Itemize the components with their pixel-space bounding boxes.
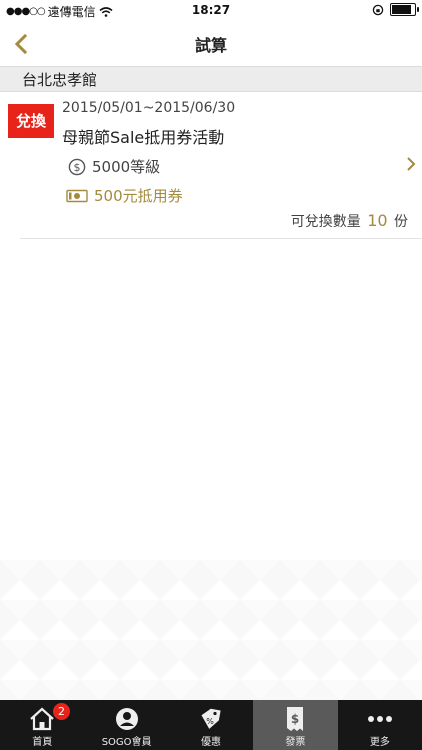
quantity-prefix: 可兌換數量 xyxy=(290,214,361,230)
promo-level-row: $ 5000等級 xyxy=(68,156,160,177)
home-icon xyxy=(30,707,54,731)
chevron-right-icon xyxy=(407,157,416,171)
notification-badge: 2 xyxy=(53,703,70,720)
svg-text:$: $ xyxy=(74,161,81,174)
member-icon xyxy=(115,708,138,730)
status-bar: ●●●○○ 遠傳電信 18:27 xyxy=(0,0,422,22)
tab-label: SOGO會員 xyxy=(101,737,152,748)
svg-text:$: $ xyxy=(291,712,299,726)
status-time: 18:27 xyxy=(191,3,231,17)
page-title: 試算 xyxy=(194,36,227,55)
tab-more[interactable]: 更多 xyxy=(338,700,422,750)
tab-label: 更多 xyxy=(369,737,390,748)
quantity-suffix: 份 xyxy=(394,214,408,230)
tab-label: 優惠 xyxy=(201,737,222,748)
quantity-value: 10 xyxy=(367,211,388,230)
promo-title: 母親節Sale抵用券活動 xyxy=(62,128,225,147)
navigation-bar: 試算 xyxy=(0,22,422,66)
tab-invoice[interactable]: $ 發票 xyxy=(253,700,338,750)
tab-label: 首頁 xyxy=(32,737,53,748)
redeemable-quantity: 可兌換數量 10 份 xyxy=(291,211,408,231)
promo-voucher-row: 500元抵用券 xyxy=(66,185,183,206)
tab-offers[interactable]: % 優惠 xyxy=(169,700,253,750)
invoice-icon: $ xyxy=(287,707,304,731)
promo-voucher: 500元抵用券 xyxy=(94,187,183,205)
bottom-tab-bar: 2 首頁 SOGO會員 % 優惠 $ 發票 更多 xyxy=(0,700,422,750)
rotation-lock-icon xyxy=(372,4,384,15)
svg-text:%: % xyxy=(206,717,214,726)
card-divider xyxy=(20,238,422,239)
tab-home[interactable]: 2 首頁 xyxy=(0,700,84,750)
store-section-header: 台北忠孝館 xyxy=(0,66,422,92)
promo-date-range: 2015/05/01~2015/06/30 xyxy=(62,100,236,116)
banknote-icon xyxy=(66,189,88,202)
status-right xyxy=(372,3,419,16)
promo-level: 5000等級 xyxy=(92,158,161,176)
redeem-badge: 兌換 xyxy=(8,104,54,138)
tab-sogo-member[interactable]: SOGO會員 xyxy=(84,700,168,750)
tab-label: 發票 xyxy=(285,737,306,748)
background-pattern xyxy=(0,560,422,700)
promo-list-item[interactable]: 兌換 2015/05/01~2015/06/30 母親節Sale抵用券活動 $ … xyxy=(0,92,422,240)
store-name: 台北忠孝館 xyxy=(22,71,98,89)
dollar-coin-icon: $ xyxy=(68,158,86,175)
discount-tag-icon: % xyxy=(201,708,221,729)
battery-icon xyxy=(390,3,419,16)
more-dots-icon xyxy=(367,716,392,722)
